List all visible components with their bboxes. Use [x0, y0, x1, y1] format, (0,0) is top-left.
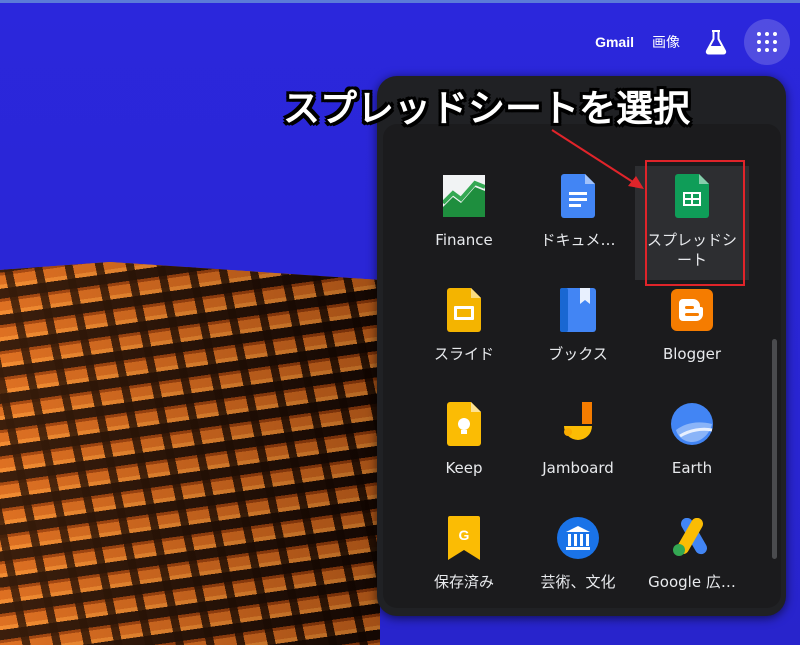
app-label: Keep — [445, 459, 483, 477]
google-apps-button[interactable] — [744, 19, 790, 65]
app-label: Finance — [435, 231, 493, 249]
app-saved[interactable]: G 保存済み — [407, 508, 521, 608]
app-arts-culture[interactable]: 芸術、文化 — [521, 508, 635, 608]
app-label: Earth — [671, 459, 713, 477]
apps-panel-scrollbar[interactable] — [772, 339, 777, 559]
app-slides[interactable]: スライド — [407, 280, 521, 394]
apps-grid-icon — [757, 32, 777, 52]
jamboard-icon — [556, 402, 600, 446]
slides-icon — [442, 288, 486, 332]
google-ads-icon — [670, 516, 714, 560]
apps-list: Finance ドキュメ… スプレッドシート スライド ブックス Blogger… — [407, 166, 749, 608]
app-label: ドキュメ… — [540, 231, 616, 249]
top-edge — [0, 0, 800, 3]
earth-icon — [670, 402, 714, 446]
app-finance[interactable]: Finance — [407, 166, 521, 280]
finance-icon — [442, 174, 486, 218]
app-books[interactable]: ブックス — [521, 280, 635, 394]
keep-icon — [442, 402, 486, 446]
saved-icon: G — [442, 516, 486, 560]
labs-flask-icon[interactable] — [702, 28, 730, 56]
app-jamboard[interactable]: Jamboard — [521, 394, 635, 508]
apps-panel-scroll[interactable]: Finance ドキュメ… スプレッドシート スライド ブックス Blogger… — [383, 124, 781, 608]
app-label: ブックス — [548, 345, 608, 363]
app-google-ads[interactable]: Google 広… — [635, 508, 749, 608]
sheets-icon — [670, 174, 714, 218]
annotation-text: スプレッドシートを選択 — [283, 87, 690, 130]
images-link[interactable]: 画像 — [652, 32, 680, 52]
blogger-icon — [670, 288, 714, 332]
app-label: スライド — [433, 345, 494, 363]
header-bar: Gmail 画像 — [595, 19, 790, 65]
building-shade — [0, 262, 380, 645]
app-label: 保存済み — [433, 573, 494, 591]
arts-culture-icon — [556, 516, 600, 560]
app-label: 芸術、文化 — [540, 573, 616, 591]
svg-text:G: G — [459, 527, 470, 543]
app-keep[interactable]: Keep — [407, 394, 521, 508]
app-earth[interactable]: Earth — [635, 394, 749, 508]
gmail-link[interactable]: Gmail — [595, 34, 634, 50]
app-label: スプレッドシート — [646, 231, 737, 269]
app-sheets[interactable]: スプレッドシート — [635, 166, 749, 280]
app-blogger[interactable]: Blogger — [635, 280, 749, 394]
app-label: Blogger — [662, 345, 722, 363]
app-label: Jamboard — [542, 459, 614, 477]
app-label: Google 広… — [648, 573, 736, 591]
books-icon — [556, 288, 600, 332]
annotation-arrow — [551, 129, 644, 189]
